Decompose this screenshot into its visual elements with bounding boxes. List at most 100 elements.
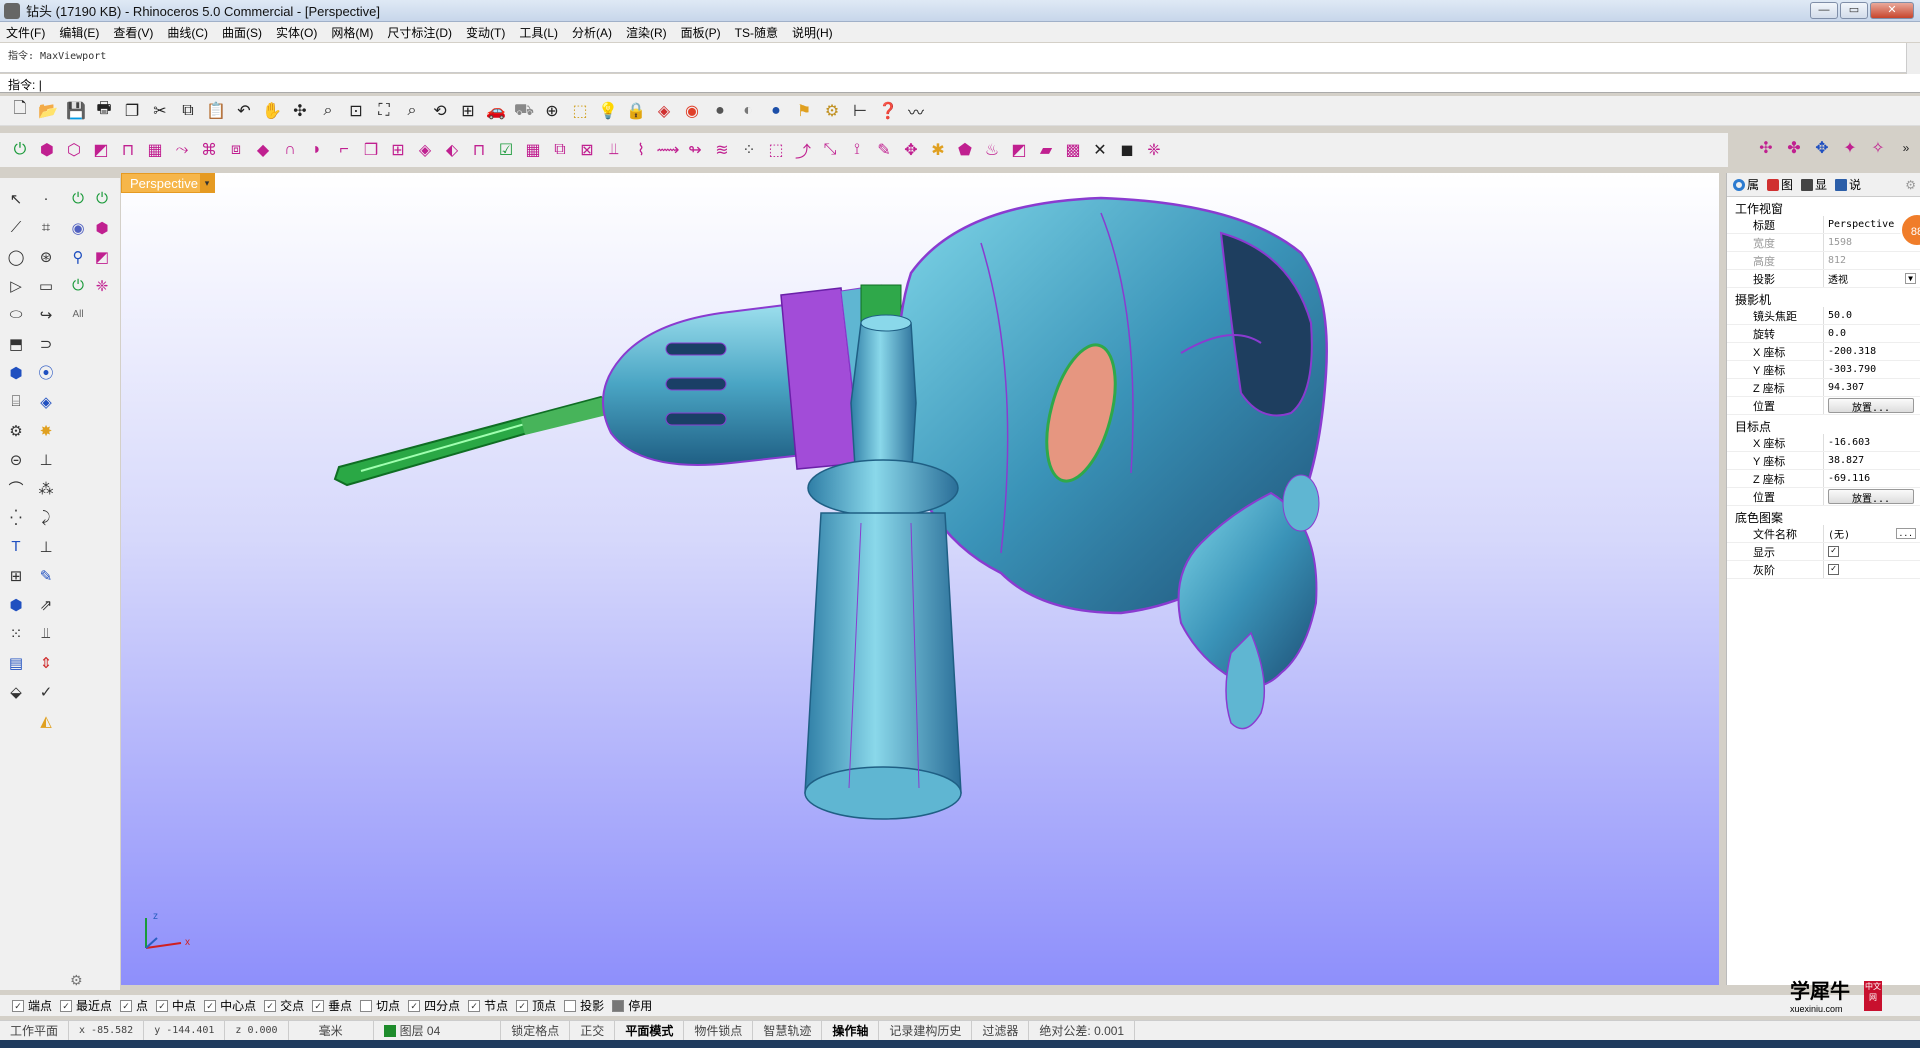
menu-help[interactable]: 说明(H) [792,24,833,41]
twist-icon[interactable]: ↬ [683,138,707,162]
points-icon[interactable]: ⁘ [737,138,761,162]
flag-icon[interactable]: ⚑ [792,99,816,123]
copy-icon[interactable]: ⧉ [176,99,200,123]
axis-icon[interactable]: ⚲ [66,244,90,269]
osnap-item[interactable]: ✓ 点 [120,997,148,1014]
check-surface-icon[interactable]: ☑ [494,138,518,162]
gumball-toggle[interactable]: 操作轴 [822,1021,880,1040]
menu-dimension[interactable]: 尺寸标注(D) [387,24,452,41]
menu-curve[interactable]: 曲线(C) [167,24,208,41]
osnap-checkbox[interactable]: ✓ [516,999,529,1012]
grid-array-icon[interactable]: ⁙ [4,621,28,646]
tab-properties[interactable]: 属 [1733,176,1759,193]
osnap-checkbox[interactable]: ✓ [60,999,73,1012]
pink-box-icon[interactable]: ⬢ [90,215,114,240]
cross-icon[interactable]: ✕ [1088,138,1112,162]
bend-icon[interactable]: ⟿ [656,138,680,162]
status-icon[interactable]: ⇕ [34,650,58,675]
osnap-checkbox[interactable] [360,999,373,1012]
cplane-icon[interactable]: ⊕ [540,99,564,123]
box-wire-icon[interactable]: ⬡ [62,138,86,162]
osnap-item[interactable]: ✓ 中点 [156,997,196,1014]
car-icon[interactable]: 🚗 [484,99,508,123]
render-sphere-icon[interactable]: ● [764,99,788,123]
osnap-item[interactable]: ✓ 垂点 [312,997,352,1014]
history-toggle[interactable]: 记录建构历史 [879,1021,973,1040]
particles-icon[interactable]: ⁂ [34,476,58,501]
maximize-button[interactable]: ▭ [1840,2,1868,19]
cog-pink-icon[interactable]: ❈ [1142,138,1166,162]
menu-view[interactable]: 查看(V) [113,24,153,41]
stack-icon[interactable]: ≋ [710,138,734,162]
dimension-tool-icon[interactable]: ⊥ [34,534,58,559]
menu-transform[interactable]: 变动(T) [466,24,505,41]
units-label[interactable]: 毫米 [289,1021,374,1040]
light-bulb-icon[interactable]: 💡 [596,99,620,123]
revolve-icon[interactable]: ∩ [278,138,302,162]
gumball-scale-icon[interactable]: ✥ [1810,136,1834,160]
ortho-toggle[interactable]: 正交 [570,1021,616,1040]
paint-icon[interactable]: ◭ [34,708,58,733]
menu-analyze[interactable]: 分析(A) [572,24,612,41]
help-icon[interactable]: ❓ [876,99,900,123]
osnap-checkbox[interactable] [564,999,577,1012]
perspective-viewport[interactable]: Perspective ▾ z x [121,173,1719,985]
cam-x-value[interactable]: -200.318 [1823,343,1920,360]
grid-surface-icon[interactable]: ▦ [521,138,545,162]
osnap-item[interactable]: 投影 [564,997,604,1014]
zoom-icon[interactable]: ⌕ [316,99,340,123]
osnap-checkbox[interactable]: ✓ [264,999,277,1012]
extrude-icon[interactable]: ⊓ [116,138,140,162]
offset-icon[interactable]: ❒ [359,138,383,162]
loft-icon[interactable]: ▦ [143,138,167,162]
fillet-edge-icon[interactable]: ⌒ [4,476,28,501]
patch-icon[interactable]: ◆ [251,138,275,162]
zoom-selected-icon[interactable]: ⌕ [400,99,424,123]
edit-points-icon[interactable]: ⟟ [845,138,869,162]
boolean-icon[interactable]: ⊝ [4,447,28,472]
history-icon[interactable]: ⫫ [34,621,58,646]
tab-display[interactable]: 显 [1801,176,1827,193]
osnap-item[interactable]: ✓ 中心点 [204,997,256,1014]
panel-icon[interactable]: ◩ [1007,138,1031,162]
curve-fillet-icon[interactable]: ↪ [34,302,58,327]
all-label[interactable]: All [66,302,90,327]
trim-icon[interactable]: ◈ [413,138,437,162]
tab-layers[interactable]: 图 [1767,176,1793,193]
array-icon[interactable]: ⊞ [4,563,28,588]
extrude-tool-icon[interactable]: ⊥ [34,447,58,472]
rebuild-icon[interactable]: ⊓ [467,138,491,162]
osnap-item[interactable]: 停用 [612,997,652,1014]
flow-icon[interactable]: ⤴ [791,138,815,162]
transform-icon[interactable]: ⇗ [34,592,58,617]
point-icon[interactable]: · [34,186,58,211]
rectangle-icon[interactable]: ▭ [34,273,58,298]
osnap-checkbox[interactable]: ✓ [468,999,481,1012]
save-icon[interactable]: 💾 [64,99,88,123]
select-arrow-icon[interactable]: ↖ [4,186,28,211]
cam-y-value[interactable]: -303.790 [1823,361,1920,378]
cut-icon[interactable]: ✂ [148,99,172,123]
menu-solid[interactable]: 实体(O) [276,24,317,41]
rail-icon[interactable]: ⌘ [197,138,221,162]
osnap-item[interactable]: ✓ 端点 [12,997,52,1014]
lock-icon[interactable]: 🔒 [624,99,648,123]
osnap-checkbox[interactable]: ✓ [12,999,24,1012]
show-checkbox[interactable]: ✓ [1828,546,1839,557]
sphere-mesh-icon[interactable]: ◉ [66,215,90,240]
grid-snap-toggle[interactable]: 锁定格点 [501,1021,571,1040]
gumball-move-icon[interactable]: ✦ [1838,136,1862,160]
copy-page-icon[interactable]: ❐ [120,99,144,123]
plane-tool-icon[interactable]: ◈ [34,389,58,414]
open-folder-icon[interactable]: 📂 [36,99,60,123]
sweep-icon[interactable]: ⤳ [170,138,194,162]
command-line[interactable]: 指令: | [0,74,1920,93]
curve-tool-icon[interactable]: 〰 [904,99,928,123]
edit-tool-icon[interactable]: ✎ [34,563,58,588]
menu-file[interactable]: 文件(F) [6,24,45,41]
browse-button[interactable]: ... [1895,528,1916,539]
layer-selector[interactable]: 图层 04 [374,1021,502,1040]
dimension-icon[interactable]: ⊢ [848,99,872,123]
panel-settings-gear-icon[interactable]: ⚙ [1905,178,1916,192]
undo-icon[interactable]: ↶ [232,99,256,123]
